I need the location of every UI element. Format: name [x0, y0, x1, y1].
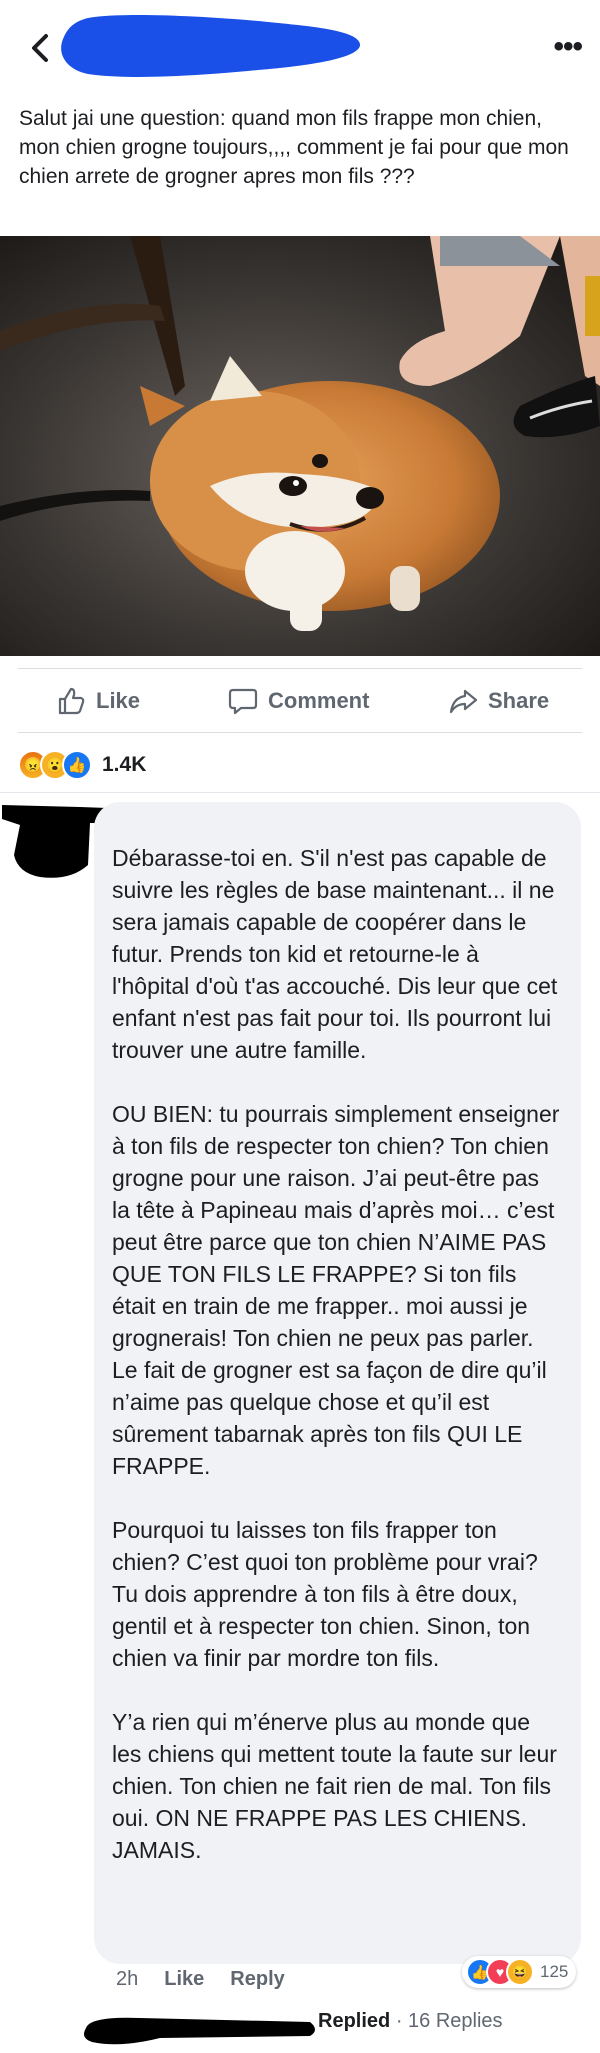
- like-label: Like: [96, 688, 141, 713]
- comment-reply-link[interactable]: Reply: [230, 1968, 284, 1991]
- reactions-summary[interactable]: 😠 😮 👍 1.4K: [18, 748, 146, 782]
- comment-reaction-count: 125: [540, 1962, 569, 1981]
- comment-meta: 2h Like Reply: [116, 1968, 285, 1991]
- share-icon: [449, 689, 478, 714]
- replies-link[interactable]: Replied · 16 Replies: [318, 2010, 503, 2033]
- comment-paragraph: OU BIEN: tu pourrais simplement enseigne…: [112, 1101, 560, 1479]
- reaction-count: 1.4K: [102, 753, 147, 776]
- comment-like-link[interactable]: Like: [164, 1968, 204, 1991]
- ellipsis-icon[interactable]: •••: [553, 30, 582, 64]
- post-photo[interactable]: [0, 236, 600, 656]
- comment-reactions[interactable]: 👍 ♥ 😆 125: [462, 1956, 577, 1988]
- redacted-replier: [84, 2017, 315, 2045]
- thumbs-up-icon: [58, 687, 85, 715]
- comment-paragraph: Pourquoi tu laisses ton fils frapper ton…: [112, 1517, 538, 1671]
- comment-text: Débarasse-toi en. S'il n'est pas capable…: [112, 842, 562, 1898]
- comment-label: Comment: [268, 688, 370, 713]
- comment-paragraph: Y’a rien qui m’énerve plus au monde que …: [112, 1709, 557, 1863]
- chevron-left-icon[interactable]: [22, 28, 62, 68]
- divider: [0, 792, 600, 793]
- post-actions: Like Comment Share: [0, 668, 600, 732]
- replies-count: · 16 Replies: [395, 2010, 503, 2032]
- comment-button[interactable]: Comment: [228, 686, 369, 716]
- share-label: Share: [488, 688, 550, 713]
- comment-bubble[interactable]: Débarasse-toi en. S'il n'est pas capable…: [94, 802, 581, 1964]
- comment-paragraph: Débarasse-toi en. S'il n'est pas capable…: [112, 845, 558, 1063]
- top-bar: •••: [0, 0, 600, 90]
- like-reaction-icon: 👍: [62, 750, 92, 780]
- comment-time: 2h: [116, 1968, 139, 1990]
- like-button[interactable]: Like: [56, 686, 140, 716]
- redacted-author-name: [61, 15, 361, 77]
- share-button[interactable]: Share: [448, 686, 549, 716]
- haha-reaction-icon: 😆: [506, 1958, 534, 1986]
- post-text: Salut jai une question: quand mon fils f…: [19, 107, 569, 188]
- replied-label: Replied: [318, 2010, 391, 2032]
- comment-icon: [228, 688, 258, 715]
- divider: [18, 732, 582, 733]
